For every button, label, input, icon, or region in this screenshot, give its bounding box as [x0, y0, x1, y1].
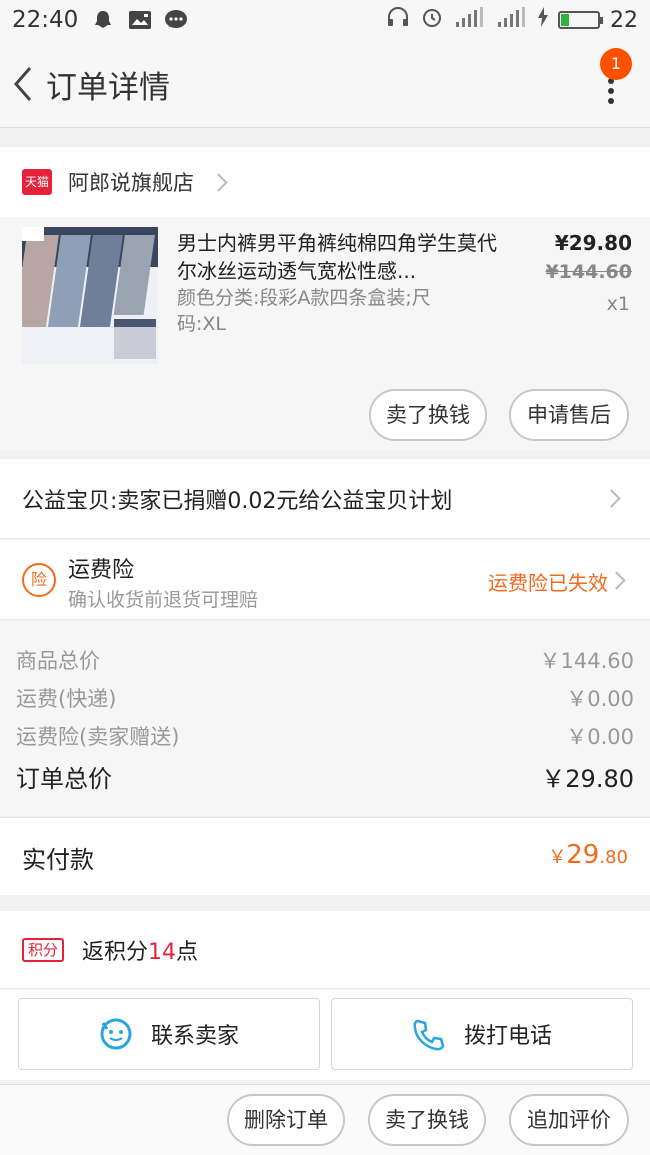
status-time: 22:40	[12, 7, 79, 33]
price-summary: 商品总价 ￥144.60 运费(快递) ￥0.00 运费险(卖家赠送) ￥0.0…	[0, 621, 650, 816]
charity-text: 公益宝贝:卖家已捐赠0.02元给公益宝贝计划	[22, 488, 453, 514]
points-tag: 积分	[22, 937, 65, 962]
summary-label: 商品总价	[16, 649, 100, 673]
insurance-title: 运费险	[68, 558, 135, 583]
summary-value: ￥0.00	[566, 725, 634, 749]
status-bar: 22:40 22	[0, 0, 650, 40]
chat-bubble-icon	[100, 1018, 132, 1050]
status-right: 22	[386, 6, 638, 34]
paid-integer: 29	[566, 840, 600, 870]
phone-icon	[413, 1019, 445, 1051]
points-count: 14	[148, 939, 177, 965]
paid-amount: ￥29.80	[548, 840, 628, 870]
battery-icon	[558, 11, 603, 29]
bottom-action-bar: 删除订单 卖了换钱 追加评价	[0, 1084, 650, 1155]
contact-actions: 联系卖家 拨打电话	[0, 990, 650, 1080]
points-suffix: 点	[176, 939, 199, 965]
points-text: 返积分14点	[82, 934, 198, 966]
summary-row: 运费(快递) ￥0.00	[16, 683, 634, 713]
summary-label: 运费险(卖家赠送)	[16, 725, 180, 749]
page-title: 订单详情	[46, 70, 170, 106]
shipping-insurance-row[interactable]: 险 运费险 确认收货前退货可理赔 运费险已失效	[0, 540, 650, 620]
call-label: 拨打电话	[463, 1024, 552, 1049]
contact-seller-label: 联系卖家	[150, 1024, 239, 1049]
notification-badge: 1	[600, 48, 632, 80]
summary-value: ￥0.00	[566, 687, 634, 711]
product-title[interactable]: 男士内裤男平角裤纯棉四角学生莫代尔冰丝运动透气宽松性感...	[177, 229, 497, 285]
battery-level: 22	[610, 7, 638, 33]
summary-row: 运费险(卖家赠送) ￥0.00	[16, 721, 634, 751]
charity-row[interactable]: 公益宝贝:卖家已捐赠0.02元给公益宝贝计划	[0, 459, 650, 539]
points-row: 积分 返积分14点	[0, 911, 650, 989]
paid-decimal: .80	[599, 847, 628, 868]
nav-bar: 订单详情 1	[0, 40, 650, 128]
shop-row[interactable]: 天猫 阿郎说旗舰店	[0, 147, 650, 217]
signal-4g-icon	[496, 6, 528, 34]
summary-row: 商品总价 ￥144.60	[16, 645, 634, 675]
summary-label: 运费(快递)	[16, 687, 117, 711]
add-review-button[interactable]: 追加评价	[509, 1094, 629, 1146]
paid-row: 实付款 ￥29.80	[0, 817, 650, 895]
paid-label: 实付款	[22, 846, 94, 874]
after-sale-button[interactable]: 申请售后	[509, 389, 629, 441]
battery-fill	[561, 14, 570, 26]
sell-button[interactable]: 卖了换钱	[368, 1094, 486, 1146]
signal-icon	[454, 6, 486, 34]
product-original-price: ¥144.60	[545, 261, 632, 283]
summary-value: ￥144.60	[539, 649, 634, 673]
headphones-icon	[386, 6, 410, 34]
shop-name: 阿郎说旗舰店	[68, 171, 194, 195]
call-button[interactable]: 拨打电话	[331, 998, 633, 1070]
order-total-value: ￥29.80	[541, 765, 634, 793]
delete-order-button[interactable]: 删除订单	[227, 1094, 345, 1146]
chevron-right-icon	[607, 571, 626, 590]
order-total-row: 订单总价 ￥29.80	[16, 759, 634, 794]
product-sku: 颜色分类:段彩A款四条盒装;尺码:XL	[177, 287, 431, 335]
order-item[interactable]: 男士内裤男平角裤纯棉四角学生莫代尔冰丝运动透气宽松性感... 颜色分类:段彩A款…	[0, 217, 650, 450]
chat-icon	[164, 9, 188, 31]
back-button[interactable]	[10, 64, 40, 104]
chevron-left-icon	[14, 67, 32, 101]
insurance-subtitle: 确认收货前退货可理赔	[68, 589, 259, 611]
points-prefix: 返积分	[82, 939, 149, 965]
sell-button[interactable]: 卖了换钱	[369, 389, 487, 441]
tmall-icon: 天猫	[22, 169, 52, 195]
product-quantity: x1	[606, 293, 630, 315]
chevron-right-icon	[209, 172, 228, 192]
paid-currency: ￥	[548, 847, 567, 868]
product-price: ¥29.80	[554, 231, 632, 255]
qq-icon	[92, 9, 116, 31]
contact-seller-button[interactable]: 联系卖家	[18, 998, 320, 1070]
alarm-icon	[420, 6, 444, 34]
order-total-label: 订单总价	[16, 765, 112, 793]
product-image[interactable]	[22, 227, 158, 364]
charging-icon	[538, 7, 548, 33]
more-menu-button[interactable]	[608, 78, 616, 112]
insurance-status: 运费险已失效	[488, 571, 608, 595]
insurance-icon: 险	[22, 563, 56, 597]
chevron-right-icon	[602, 489, 621, 508]
image-notification-icon	[128, 9, 152, 31]
